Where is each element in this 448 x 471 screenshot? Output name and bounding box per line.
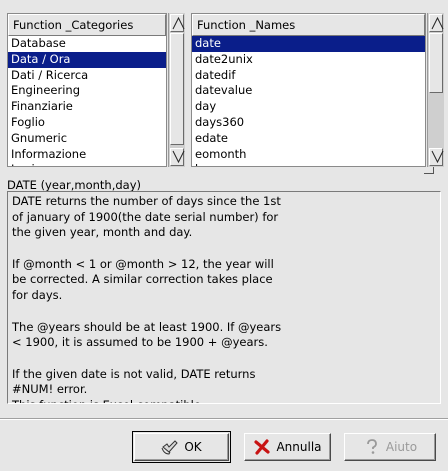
categories-list[interactable]: Function _Categories Database Data / Ora D… [7,13,167,167]
description-line: the given year, month and day. [12,225,193,240]
pane-resize-handle[interactable] [424,167,434,174]
description-line [12,241,436,257]
description-line [12,351,436,367]
scroll-up-arrow-icon[interactable] [429,14,444,32]
category-list-item[interactable]: Informazione [8,147,166,163]
function-name-list-item[interactable]: datedif [192,68,425,84]
category-list-item[interactable]: Finanziarie [8,99,166,115]
description-line: < 1900, it is assumed to be 1900 + @year… [12,335,268,350]
scroll-down-arrow-icon[interactable] [429,148,444,166]
function-name-list-item[interactable]: days360 [192,115,425,131]
description-line: This function is Excel compatible. [12,398,436,403]
help-button[interactable]: Aiuto [344,433,436,461]
categories-header[interactable]: Function _Categories [8,14,166,36]
category-list-item[interactable]: Data / Ora [8,51,166,68]
help-icon [363,438,381,456]
category-list-item[interactable]: Gnumeric [8,131,166,147]
names-list-body: date date2unix datedif datevalue day days360 e… [192,36,425,166]
names-header[interactable]: Function _Names [192,14,425,36]
description-line: for days. [12,288,63,303]
cancel-button-label: Annulla [276,440,322,454]
categories-scroll-thumb[interactable] [170,33,184,145]
names-scrollbar[interactable] [427,13,444,167]
check-icon [161,438,179,456]
scroll-up-arrow-icon[interactable] [170,14,185,32]
description-line [12,304,436,320]
function-wizard-dialog: Function _Categories Database Data / Ora D… [0,0,448,471]
description-line: If @month < 1 or @month > 12, the year w… [12,256,274,271]
description-line: The @years should be at least 1900. If @… [12,319,282,334]
names-list[interactable]: Function _Names date date2unix datedif date… [191,13,426,167]
categories-list-body: Database Data / Ora Dati / Ricerca Engineer… [8,36,166,166]
description-line: #NUM! error. [12,382,88,397]
category-list-item[interactable]: Foglio [8,115,166,131]
description-line: If the given date is not valid, DATE ret… [12,366,256,381]
description-line: be corrected. A similar correction takes… [12,272,273,287]
function-name-list-item[interactable]: datevalue [192,83,425,99]
function-name-list-item[interactable]: hour [192,162,425,166]
description-line: of january of 1900(the date serial numbe… [12,209,279,224]
category-list-item[interactable]: Database [8,36,166,52]
function-name-list-item[interactable]: date [192,36,425,52]
category-list-item[interactable]: Engineering [8,83,166,99]
function-name-list-item[interactable]: edate [192,131,425,147]
ok-button-label: OK [184,440,202,454]
ok-button[interactable]: OK [132,431,231,463]
separator [0,418,448,420]
category-list-item[interactable]: Logica [8,162,166,166]
help-button-label: Aiuto [385,440,418,454]
function-name-list-item[interactable]: day [192,99,425,115]
scroll-down-arrow-icon[interactable] [170,148,185,166]
categories-scrollbar[interactable] [168,13,185,167]
names-scroll-thumb[interactable] [429,33,443,93]
cancel-button[interactable]: Annulla [244,433,331,461]
description-line: DATE returns the number of days since th… [12,194,281,208]
x-icon [253,438,271,456]
category-list-item[interactable]: Dati / Ricerca [8,68,166,84]
function-name-list-item[interactable]: eomonth [192,147,425,163]
function-signature: DATE (year,month,day) [7,178,141,192]
function-name-list-item[interactable]: date2unix [192,52,425,68]
function-description: DATE returns the number of days since th… [7,191,441,404]
